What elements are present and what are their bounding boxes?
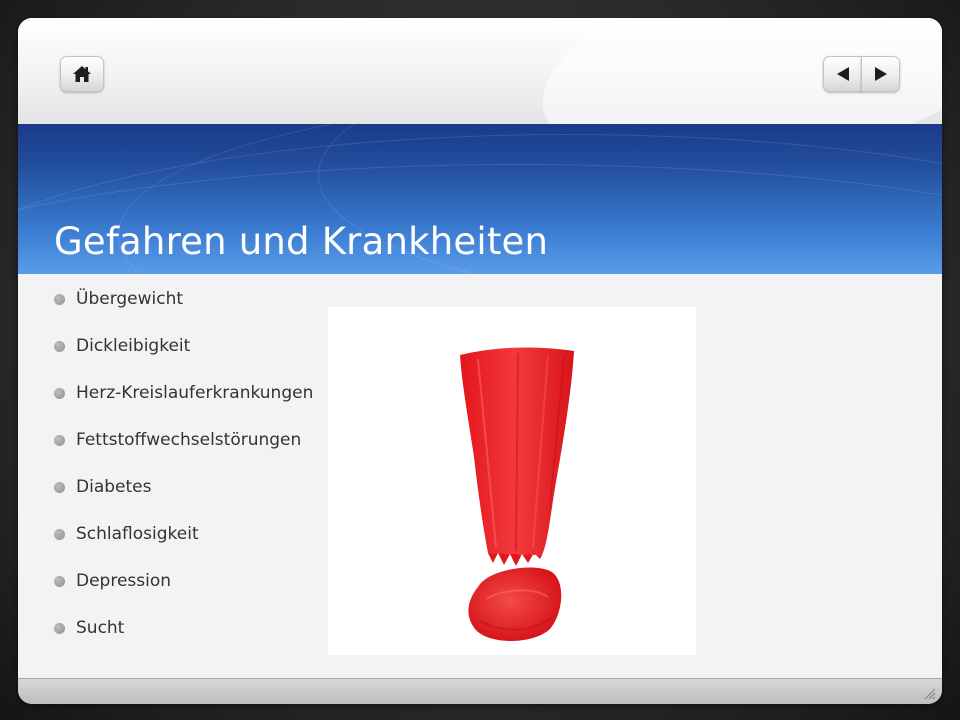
bullet-item: Herz-Kreislauferkrankungen bbox=[54, 382, 313, 429]
bullet-item: Fettstoffwechselstörungen bbox=[54, 429, 313, 476]
bullet-text: Herz-Kreislauferkrankungen bbox=[76, 383, 314, 403]
bullet-text: Sucht bbox=[76, 618, 125, 638]
next-slide-button[interactable] bbox=[861, 56, 900, 92]
slide-title: Gefahren und Krankheiten bbox=[54, 220, 549, 263]
bullet-text: Übergewicht bbox=[76, 289, 184, 309]
exclamation-mark-icon bbox=[460, 347, 574, 641]
bullet-dot bbox=[54, 388, 65, 399]
bullet-dot bbox=[54, 623, 65, 634]
bullet-item: Schlaflosigkeit bbox=[54, 523, 313, 570]
resize-grip-icon[interactable] bbox=[924, 688, 936, 700]
bullet-text: Fettstoffwechselstörungen bbox=[76, 430, 302, 450]
bullet-text: Dickleibigkeit bbox=[76, 336, 191, 356]
bullet-dot bbox=[54, 341, 65, 352]
slide-navigation bbox=[823, 56, 900, 92]
slide-footer-bar bbox=[18, 678, 942, 704]
bullet-text: Diabetes bbox=[76, 477, 152, 497]
triangle-left-icon bbox=[837, 67, 849, 81]
bullet-item: Sucht bbox=[54, 617, 313, 664]
slide-header-area bbox=[18, 18, 942, 208]
bullet-dot bbox=[54, 576, 65, 587]
bullet-dot bbox=[54, 435, 65, 446]
bullet-dot bbox=[54, 529, 65, 540]
bullet-text: Depression bbox=[76, 571, 172, 591]
home-button[interactable] bbox=[60, 56, 104, 92]
bullet-text: Schlaflosigkeit bbox=[76, 524, 199, 544]
bullet-dot bbox=[54, 294, 65, 305]
bullet-dot bbox=[54, 482, 65, 493]
triangle-right-icon bbox=[875, 67, 887, 81]
slide-content: Übergewicht Dickleibigkeit Herz-Kreislau… bbox=[18, 274, 942, 678]
home-icon bbox=[73, 66, 91, 82]
bullet-item: Diabetes bbox=[54, 476, 313, 523]
previous-slide-button[interactable] bbox=[823, 56, 862, 92]
bullet-list: Übergewicht Dickleibigkeit Herz-Kreislau… bbox=[54, 288, 313, 664]
exclamation-mark-image bbox=[328, 307, 696, 655]
bullet-item: Depression bbox=[54, 570, 313, 617]
slide: Gefahren und Krankheiten Übergewicht Dic… bbox=[18, 18, 942, 704]
bullet-item: Übergewicht bbox=[54, 288, 313, 335]
title-band: Gefahren und Krankheiten bbox=[18, 124, 942, 274]
bullet-item: Dickleibigkeit bbox=[54, 335, 313, 382]
